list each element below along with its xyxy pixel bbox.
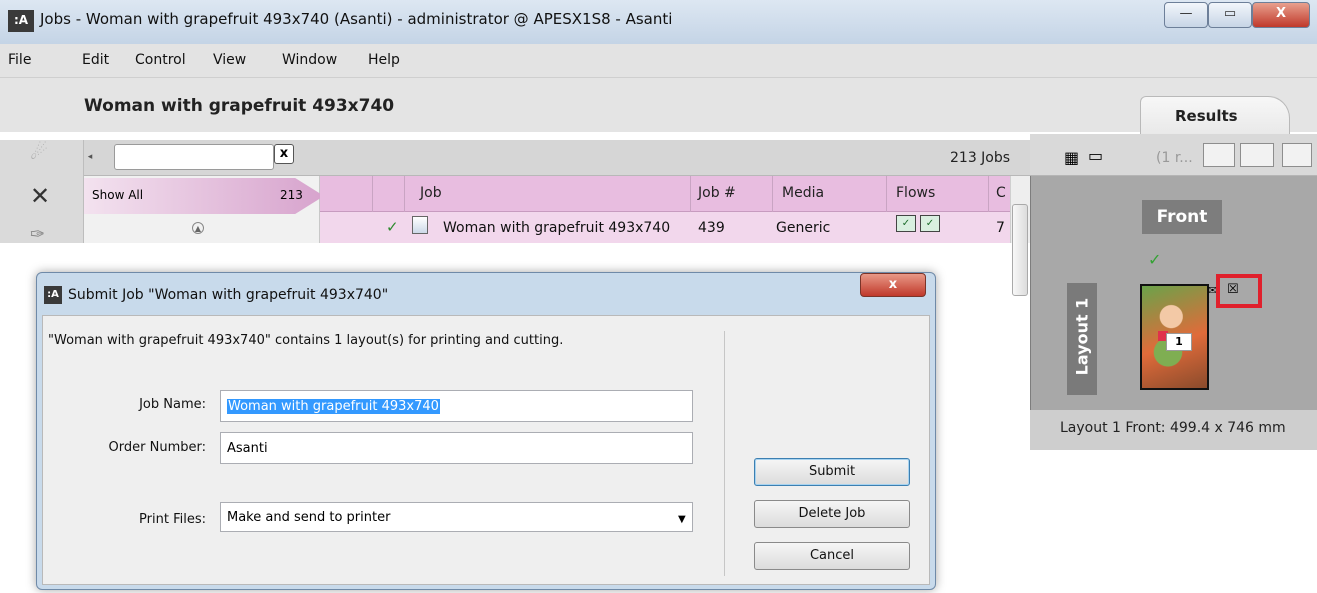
dialog-app-logo: :A [44, 286, 62, 304]
menu-help[interactable]: Help [368, 52, 400, 68]
menu-edit[interactable]: Edit [82, 52, 109, 68]
cancel-button[interactable]: Cancel [754, 542, 910, 570]
layout-label: Layout 1 [1067, 283, 1097, 395]
submit-button[interactable]: Submit [754, 458, 910, 486]
delete-job-button[interactable]: Delete Job [754, 500, 910, 528]
cell-c: 7 [996, 220, 1005, 236]
dialog-title: Submit Job "Woman with grapefruit 493x74… [68, 287, 389, 303]
layout-info-text: Layout 1 Front: 499.4 x 746 mm [1060, 420, 1286, 436]
tag-icon[interactable]: ✑ [30, 224, 45, 243]
collapse-arrow-icon[interactable]: ◂ [84, 144, 96, 170]
layout-info-bar: Layout 1 Front: 499.4 x 746 mm [1030, 410, 1317, 450]
column-header-c[interactable]: C [996, 185, 1006, 201]
results-count: (1 r... [1156, 150, 1193, 166]
scrollbar-thumb[interactable] [1012, 204, 1028, 296]
dropdown-arrow-icon[interactable]: ▼ [678, 514, 686, 525]
front-side-header: Front [1142, 200, 1222, 234]
cut-status-icon[interactable]: ☒ [1227, 282, 1239, 297]
filter-count: 213 [280, 188, 303, 202]
job-document-icon [412, 216, 428, 234]
list-view-icon[interactable] [1240, 143, 1274, 167]
dialog-close-button[interactable]: x [860, 273, 926, 297]
print-files-select[interactable]: Make and send to printer [220, 502, 693, 532]
job-name-value: Woman with grapefruit 493x740 [227, 399, 440, 414]
status-check-icon: ✓ [386, 218, 399, 236]
job-name-label: Job Name: [139, 397, 206, 412]
menu-window[interactable]: Window [282, 52, 337, 68]
flow-cut-icon[interactable]: ✓ [920, 215, 940, 232]
window-titlebar: :A Jobs - Woman with grapefruit 493x740 … [0, 0, 1317, 44]
clear-search-button[interactable]: x [274, 144, 294, 164]
thumbnail-badge: 1 [1166, 333, 1192, 351]
cell-job-name: Woman with grapefruit 493x740 [443, 220, 671, 236]
print-files-label: Print Files: [139, 512, 206, 527]
column-header-media[interactable]: Media [782, 185, 824, 201]
menu-control[interactable]: Control [135, 52, 186, 68]
filter-show-all[interactable]: Show All 213 [84, 178, 324, 214]
monitor-icon[interactable]: ▭ [1088, 146, 1103, 165]
rocket-icon[interactable]: ☄ [30, 140, 48, 164]
dialog-description: "Woman with grapefruit 493x740" contains… [48, 333, 564, 348]
menu-bar: File Edit Control View Window Help [0, 44, 1317, 78]
panel-view-icon[interactable] [1282, 143, 1312, 167]
tab-results[interactable]: Results [1140, 96, 1290, 134]
highlight-box [1216, 274, 1262, 308]
cell-media: Generic [776, 220, 831, 236]
delete-x-icon[interactable]: ✕ [30, 182, 50, 210]
menu-view[interactable]: View [213, 52, 246, 68]
job-name-field[interactable]: Woman with grapefruit 493x740 [220, 390, 693, 422]
minimize-button[interactable]: — [1164, 2, 1208, 28]
column-header-job[interactable]: Job [420, 185, 442, 201]
search-input[interactable] [114, 144, 274, 170]
layout-label-text: Layout 1 [1072, 297, 1092, 376]
dialog-divider [724, 331, 725, 576]
film-strip-icon[interactable]: ▦ [1064, 148, 1079, 167]
layout-view-icon[interactable] [1203, 143, 1235, 167]
column-header-job-number[interactable]: Job # [698, 185, 736, 201]
order-number-label: Order Number: [108, 440, 206, 455]
window-close-button[interactable]: X [1252, 2, 1310, 28]
order-number-value: Asanti [227, 441, 268, 456]
expand-up-icon[interactable]: ▲ [192, 222, 204, 234]
flow-print-icon[interactable]: ✓ [896, 215, 916, 232]
app-logo: :A [8, 10, 34, 32]
tab-results-label: Results [1175, 107, 1238, 125]
job-title: Woman with grapefruit 493x740 [84, 96, 395, 116]
print-files-value: Make and send to printer [227, 510, 391, 525]
column-header-flows[interactable]: Flows [896, 185, 935, 201]
menu-file[interactable]: File [8, 52, 31, 68]
order-number-field[interactable]: Asanti [220, 432, 693, 464]
cell-job-number: 439 [698, 220, 725, 236]
window-title: Jobs - Woman with grapefruit 493x740 (As… [40, 10, 673, 28]
maximize-button[interactable]: ▭ [1208, 2, 1252, 28]
filter-label: Show All [92, 188, 144, 202]
job-count: 213 Jobs [950, 150, 1011, 166]
front-check-icon: ✓ [1148, 250, 1162, 269]
